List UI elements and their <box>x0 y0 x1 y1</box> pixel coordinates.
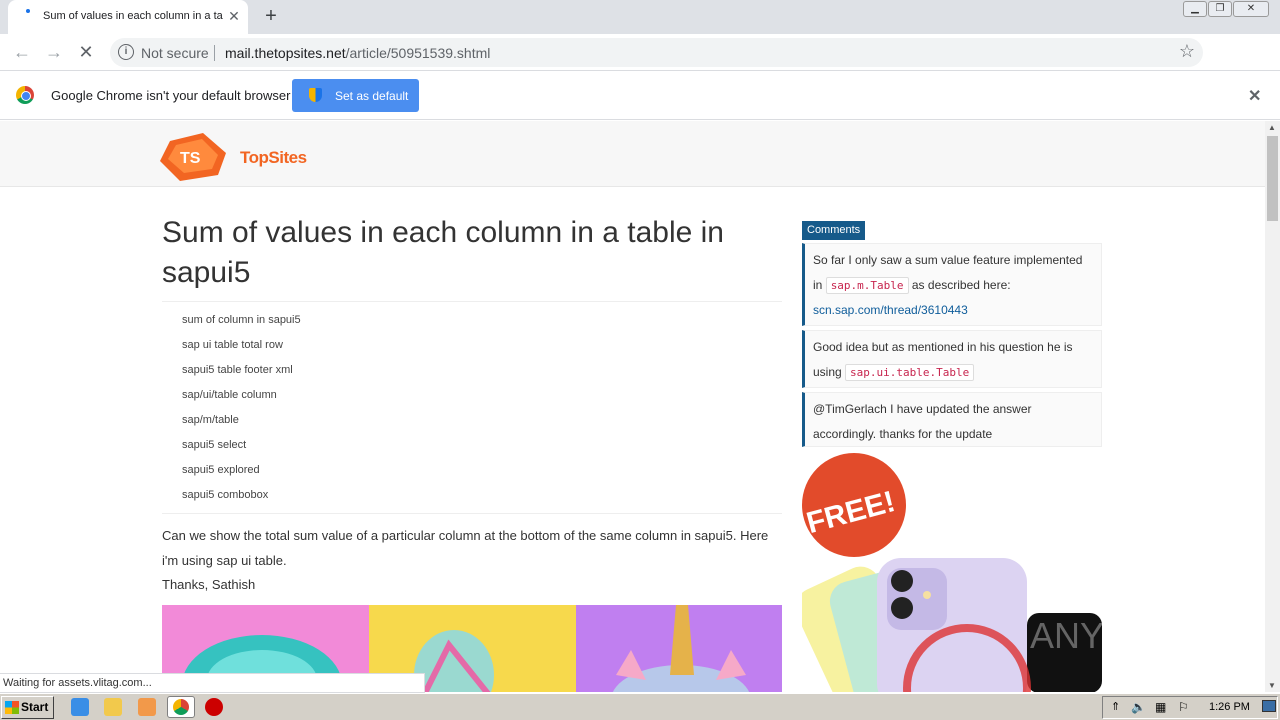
network-icon[interactable]: ▦ <box>1155 700 1166 714</box>
tab-title: Sum of values in each column in a table … <box>43 10 223 22</box>
chrome-icon <box>173 699 189 715</box>
file-explorer-icon[interactable] <box>104 698 122 716</box>
default-browser-infobar: Google Chrome isn't your default browser… <box>0 71 1280 120</box>
infobar-close-icon[interactable]: ✕ <box>1248 86 1261 106</box>
tag-item[interactable]: sum of column in sapui5 <box>182 313 582 338</box>
tag-item[interactable]: sapui5 select <box>182 438 582 463</box>
url-path: /article/50951539.shtml <box>345 45 491 61</box>
site-header: TS TopSites <box>0 121 1265 187</box>
scroll-down-icon[interactable]: ▼ <box>1268 681 1276 690</box>
inline-code: sap.m.Table <box>825 277 909 294</box>
start-label: Start <box>21 700 49 714</box>
windows-flag-icon <box>5 701 19 714</box>
window-close-button[interactable]: ✕ <box>1233 1 1269 17</box>
bookmark-star-icon[interactable]: ☆ <box>1179 41 1195 62</box>
scroll-up-icon[interactable]: ▲ <box>1268 123 1276 132</box>
chrome-logo-icon <box>16 86 34 104</box>
tag-item[interactable]: sap/ui/table column <box>182 388 582 413</box>
stop-loading-icon[interactable]: ✕ <box>76 42 96 63</box>
web-page: TS TopSites Sum of values in each column… <box>0 121 1265 692</box>
set-as-default-label: Set as default <box>335 89 409 103</box>
start-button[interactable]: Start <box>1 696 54 719</box>
comment-text: @TimGerlach I have updated the answer ac… <box>813 402 1032 441</box>
comment-item: Good idea but as mentioned in his questi… <box>802 330 1102 388</box>
logo-mark-text: TS <box>180 150 201 167</box>
tab-close-icon[interactable]: ✕ <box>226 8 242 24</box>
chrome-taskbar-button[interactable] <box>167 696 195 718</box>
url-text[interactable]: mail.thetopsites.net/article/50951539.sh… <box>225 45 490 61</box>
loading-status-bar: Waiting for assets.vlitag.com... <box>0 673 425 693</box>
address-bar[interactable]: i Not secure mail.thetopsites.net/articl… <box>110 38 1203 67</box>
sidebar-ad[interactable]: FREE! ANY RUN <box>802 453 1102 692</box>
related-tags-list: sum of column in sapui5 sap ui table tot… <box>182 313 582 513</box>
question-signature: Thanks, Sathish <box>162 577 256 592</box>
browser-toolbar: ← → ✕ i Not secure mail.thetopsites.net/… <box>0 34 1280 96</box>
tag-item[interactable]: sapui5 explored <box>182 463 582 488</box>
minimize-button[interactable]: ▁ <box>1183 1 1207 17</box>
show-desktop-icon[interactable] <box>1262 700 1276 712</box>
ad-panel-purple[interactable] <box>576 605 782 692</box>
unicorn-image-icon <box>612 605 750 692</box>
uac-shield-icon <box>309 88 322 102</box>
comment-text: as described here: <box>908 278 1011 292</box>
topsites-logo-icon[interactable]: TS <box>158 131 228 181</box>
info-icon[interactable]: i <box>118 44 134 60</box>
tag-item[interactable]: sap/m/table <box>182 413 582 438</box>
restore-button[interactable]: ❐ <box>1208 1 1232 17</box>
question-body: Can we show the total sum value of a par… <box>162 528 769 568</box>
vertical-scrollbar[interactable]: ▲ ▼ <box>1265 121 1280 692</box>
taskbar-clock[interactable]: 1:26 PM <box>1209 701 1250 713</box>
article-title: Sum of values in each column in a table … <box>162 216 724 289</box>
tag-item[interactable]: sapui5 combobox <box>182 488 582 513</box>
volume-icon[interactable]: 🔈 <box>1131 700 1146 714</box>
set-as-default-button[interactable]: Set as default <box>292 79 419 112</box>
scroll-thumb[interactable] <box>1267 136 1278 221</box>
forward-arrow-icon[interactable]: → <box>44 42 64 63</box>
inline-code: sap.ui.table.Table <box>845 364 975 381</box>
tags-divider <box>162 513 782 514</box>
comment-link[interactable]: scn.sap.com/thread/3610443 <box>813 303 968 317</box>
media-player-icon[interactable] <box>138 698 156 716</box>
security-label[interactable]: Not secure <box>141 45 209 61</box>
comments-header: Comments <box>802 221 866 240</box>
loading-favicon-icon <box>26 9 30 13</box>
url-host: mail.thetopsites.net <box>225 45 346 61</box>
title-divider <box>162 301 782 302</box>
tag-item[interactable]: sapui5 table footer xml <box>182 363 582 388</box>
alert-app-icon[interactable] <box>205 698 223 716</box>
tab-strip: Sum of values in each column in a table … <box>0 0 1280 34</box>
tray-expand-icon[interactable]: ⇑ <box>1111 700 1120 713</box>
comment-item: @TimGerlach I have updated the answer ac… <box>802 392 1102 447</box>
comment-item: So far I only saw a sum value feature im… <box>802 243 1102 326</box>
browser-tab[interactable]: Sum of values in each column in a table … <box>8 0 248 34</box>
site-logo-text[interactable]: TopSites <box>240 148 307 168</box>
internet-explorer-icon[interactable] <box>71 698 89 716</box>
omnibox-divider <box>214 45 215 61</box>
tag-item[interactable]: sap ui table total row <box>182 338 582 363</box>
system-tray: ⇑ 🔈 ▦ ⚐ <box>1102 696 1278 719</box>
new-tab-button[interactable]: + <box>260 5 282 27</box>
windows-taskbar: Start ⇑ 🔈 ▦ ⚐ 1:26 PM <box>0 693 1280 720</box>
phone-ad-image-icon: FREE! ANY RUN <box>802 453 1102 692</box>
back-arrow-icon[interactable]: ← <box>12 42 32 63</box>
action-center-flag-icon[interactable]: ⚐ <box>1178 700 1189 714</box>
infobar-message: Google Chrome isn't your default browser <box>51 88 291 103</box>
watermark-text: ANY RUN <box>1030 615 1102 656</box>
